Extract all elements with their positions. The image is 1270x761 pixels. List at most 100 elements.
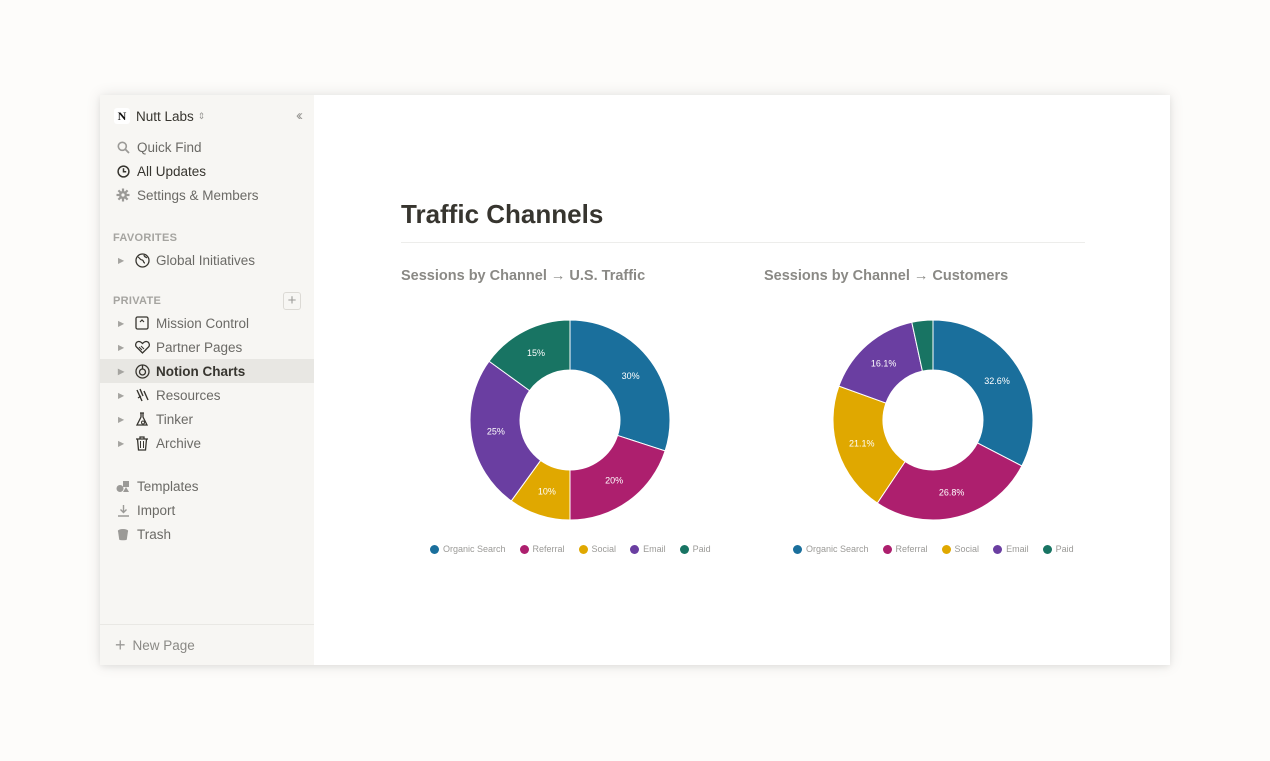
legend-label: Email (643, 544, 666, 554)
page-label: Resources (156, 388, 221, 403)
page-label: Mission Control (156, 316, 249, 331)
legend-label: Referral (533, 544, 565, 554)
legend-dot-icon (993, 545, 1002, 554)
workspace-name: Nutt Labs (136, 109, 194, 124)
legend-item-email[interactable]: Email (630, 544, 666, 554)
data-label-social: 10% (538, 486, 556, 496)
nav-label: Templates (137, 479, 199, 494)
expand-triangle-icon[interactable]: ▶ (118, 319, 126, 328)
legend-label: Paid (1056, 544, 1074, 554)
data-label-referral: 26.8% (939, 488, 965, 498)
expand-triangle-icon[interactable]: ▶ (118, 256, 126, 265)
divider (401, 242, 1085, 243)
nav-label: Quick Find (137, 140, 202, 155)
sidebar: N Nutt Labs ⇕ ‹‹ Quick Find All Updates … (100, 95, 314, 665)
window-icon (134, 315, 150, 331)
legend-us-traffic: Organic Search Referral Social Email Paid (430, 544, 725, 554)
page-notion-charts[interactable]: ▶ Notion Charts (100, 359, 314, 383)
trash-can-icon (134, 435, 150, 451)
legend-item-social[interactable]: Social (579, 544, 617, 554)
chart-title-customers: Sessions by Channel → Customers (764, 268, 1008, 284)
nav-quick-find[interactable]: Quick Find (100, 135, 314, 159)
bin-icon (115, 526, 131, 542)
download-icon (115, 502, 131, 518)
page-label: Global Initiatives (156, 253, 255, 268)
legend-dot-icon (520, 545, 529, 554)
expand-triangle-icon[interactable]: ▶ (118, 415, 126, 424)
page-archive[interactable]: ▶ Archive (100, 431, 314, 455)
flask-icon (134, 411, 150, 427)
nav-templates[interactable]: Templates (100, 474, 314, 498)
page-mission-control[interactable]: ▶ Mission Control (100, 311, 314, 335)
legend-item-paid[interactable]: Paid (680, 544, 711, 554)
expand-triangle-icon[interactable]: ▶ (118, 343, 126, 352)
page-global-initiatives[interactable]: ▶ Global Initiatives (100, 248, 314, 272)
plus-icon: + (115, 635, 126, 656)
page-label: Notion Charts (156, 364, 245, 379)
legend-label: Social (592, 544, 617, 554)
app-window: N Nutt Labs ⇕ ‹‹ Quick Find All Updates … (100, 95, 1170, 665)
page-label: Tinker (156, 412, 193, 427)
new-page-button[interactable]: + New Page (100, 624, 314, 665)
clock-icon (115, 163, 131, 179)
legend-label: Social (955, 544, 980, 554)
donut-chart-us-traffic: 30% 20% 10% 25% 15% (465, 315, 675, 525)
donut-chart-customers: 32.6%26.8%21.1%16.1% (828, 315, 1038, 525)
handshake-icon (134, 339, 150, 355)
legend-label: Paid (693, 544, 711, 554)
legend-label: Organic Search (443, 544, 506, 554)
expand-triangle-icon[interactable]: ▶ (118, 439, 126, 448)
globe-icon (134, 252, 150, 268)
data-label-paid: 15% (527, 348, 545, 358)
gear-icon (115, 187, 131, 203)
new-page-label: New Page (133, 638, 195, 653)
nav-settings-members[interactable]: Settings & Members (100, 183, 314, 207)
legend-item-email[interactable]: Email (993, 544, 1029, 554)
add-private-page-button[interactable]: + (283, 292, 301, 310)
page-tinker[interactable]: ▶ Tinker (100, 407, 314, 431)
slice-referral[interactable] (877, 443, 1022, 520)
data-label-email: 16.1% (871, 359, 897, 369)
collapse-sidebar-icon[interactable]: ‹‹ (296, 107, 300, 124)
tools-icon (134, 387, 150, 403)
page-partner-pages[interactable]: ▶ Partner Pages (100, 335, 314, 359)
data-label-organic-search: 30% (622, 371, 640, 381)
data-label-email: 25% (487, 427, 505, 437)
legend-item-organic-search[interactable]: Organic Search (430, 544, 506, 554)
slice-organic-search[interactable] (570, 320, 670, 451)
nav-trash[interactable]: Trash (100, 522, 314, 546)
legend-item-social[interactable]: Social (942, 544, 980, 554)
search-icon (115, 139, 131, 155)
legend-item-referral[interactable]: Referral (520, 544, 565, 554)
shapes-icon (115, 478, 131, 494)
page-resources[interactable]: ▶ Resources (100, 383, 314, 407)
legend-item-paid[interactable]: Paid (1043, 544, 1074, 554)
legend-customers: Organic Search Referral Social Email Paid (793, 544, 1088, 554)
legend-dot-icon (1043, 545, 1052, 554)
legend-dot-icon (793, 545, 802, 554)
legend-dot-icon (942, 545, 951, 554)
page-content: Traffic Channels Sessions by Channel → U… (314, 95, 1170, 665)
slice-organic-search[interactable] (933, 320, 1033, 466)
workspace-switcher[interactable]: N Nutt Labs ⇕ (114, 107, 205, 125)
legend-label: Referral (896, 544, 928, 554)
expand-triangle-icon[interactable]: ▶ (118, 391, 126, 400)
legend-item-referral[interactable]: Referral (883, 544, 928, 554)
legend-label: Organic Search (806, 544, 869, 554)
nav-all-updates[interactable]: All Updates (100, 159, 314, 183)
page-label: Archive (156, 436, 201, 451)
data-label-referral: 20% (605, 476, 623, 486)
legend-item-organic-search[interactable]: Organic Search (793, 544, 869, 554)
nav-import[interactable]: Import (100, 498, 314, 522)
legend-dot-icon (883, 545, 892, 554)
data-label-social: 21.1% (849, 438, 875, 448)
nav-label: All Updates (137, 164, 206, 179)
workspace-logo: N (114, 108, 130, 124)
private-heading: PRIVATE (113, 295, 161, 307)
legend-dot-icon (630, 545, 639, 554)
page-title: Traffic Channels (401, 199, 603, 230)
nav-label: Import (137, 503, 175, 518)
legend-dot-icon (579, 545, 588, 554)
expand-triangle-icon[interactable]: ▶ (118, 367, 126, 376)
legend-dot-icon (430, 545, 439, 554)
